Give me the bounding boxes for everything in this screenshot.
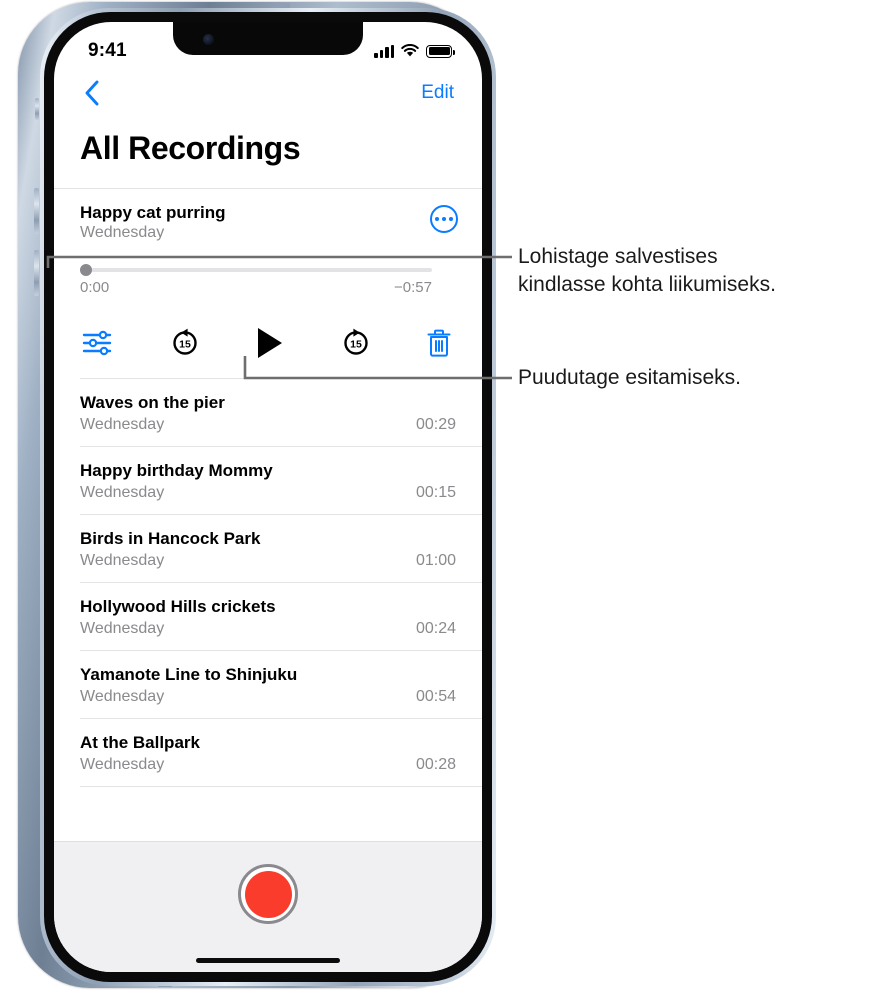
- recording-date: Wednesday: [80, 756, 165, 773]
- callout-label-scrubber: Lohistage salvestises kindlasse kohta li…: [518, 245, 776, 296]
- status-indicators: [374, 44, 455, 58]
- callout-label-play: Puudutage esitamiseks.: [518, 366, 741, 389]
- svg-text:15: 15: [350, 338, 362, 350]
- playback-controls: 15 15: [80, 326, 456, 360]
- list-divider: [80, 786, 482, 787]
- recording-date: Wednesday: [80, 484, 165, 501]
- recording-list-item[interactable]: Yamanote Line to Shinjuku Wednesday 00:54: [54, 651, 482, 718]
- recordings-list: Happy cat purring Wednesday 0:00 −0:57 1…: [54, 188, 482, 787]
- svg-text:15: 15: [179, 338, 191, 350]
- recording-duration: 00:24: [415, 620, 456, 637]
- recording-meta: Wednesday 00:54: [80, 688, 456, 706]
- scrubber-knob[interactable]: [80, 264, 92, 276]
- battery-full-icon: [426, 44, 455, 58]
- recording-meta: Wednesday 00:24: [80, 620, 456, 638]
- sliders-icon[interactable]: [82, 329, 114, 357]
- scrubber-track[interactable]: [83, 268, 432, 272]
- recording-title: Waves on the pier: [80, 393, 225, 412]
- volume-down-button[interactable]: [34, 250, 39, 296]
- recording-date: Wednesday: [80, 552, 165, 569]
- recording-list-item[interactable]: Waves on the pier Wednesday 00:29: [54, 379, 482, 446]
- play-icon[interactable]: [255, 326, 285, 360]
- trash-icon[interactable]: [426, 328, 452, 358]
- recording-date: Wednesday: [80, 224, 165, 241]
- recording-list-item[interactable]: Birds in Hancock Park Wednesday 01:00: [54, 515, 482, 582]
- bottom-toolbar: [54, 841, 482, 972]
- recording-list-item[interactable]: Hollywood Hills crickets Wednesday 00:24: [54, 583, 482, 650]
- recording-rows-container: Waves on the pier Wednesday 00:29 Happy bir…: [54, 379, 482, 787]
- recording-title: Happy birthday Mommy: [80, 461, 273, 480]
- recording-date: Wednesday: [80, 416, 165, 433]
- phone-screen: 9:41 Edit All Recordings Happy cat purri…: [54, 22, 482, 972]
- recording-date: Wednesday: [80, 688, 165, 705]
- recording-meta: Wednesday 00:15: [80, 484, 456, 502]
- status-time: 9:41: [88, 40, 127, 61]
- playback-scrubber[interactable]: [80, 264, 456, 276]
- recording-title: Happy cat purring: [80, 203, 226, 222]
- ellipsis-circle-icon[interactable]: [430, 205, 458, 233]
- recording-title: Birds in Hancock Park: [80, 529, 261, 548]
- page-title: All Recordings: [80, 130, 301, 166]
- current-time: 0:00: [80, 279, 110, 296]
- cellular-bars-icon: [374, 44, 394, 58]
- recording-duration: 01:00: [415, 552, 456, 569]
- recording-duration: 00:54: [415, 688, 456, 705]
- recording-title: Hollywood Hills crickets: [80, 597, 276, 616]
- skip-forward-15-icon[interactable]: 15: [340, 327, 372, 359]
- recording-duration: 00:28: [415, 756, 456, 773]
- recording-title: Yamanote Line to Shinjuku: [80, 665, 298, 684]
- recording-meta: Wednesday 00:29: [80, 416, 456, 434]
- expanded-recording-item[interactable]: Happy cat purring Wednesday 0:00 −0:57 1…: [54, 189, 482, 378]
- recording-meta: Wednesday 01:00: [80, 552, 456, 570]
- recording-list-item[interactable]: Happy birthday Mommy Wednesday 00:15: [54, 447, 482, 514]
- recording-meta: Wednesday 00:28: [80, 756, 456, 774]
- home-indicator: [196, 958, 340, 963]
- recording-duration: 00:15: [415, 484, 456, 501]
- record-button-icon[interactable]: [238, 864, 298, 924]
- recording-title: At the Ballpark: [80, 733, 200, 752]
- remaining-time: −0:57: [394, 279, 432, 296]
- playback-times: 0:00 −0:57: [80, 279, 456, 296]
- wifi-icon: [401, 44, 419, 57]
- screenshot-root: 9:41 Edit All Recordings Happy cat purri…: [0, 0, 888, 990]
- display-notch: [173, 22, 363, 55]
- front-camera-icon: [203, 34, 214, 45]
- phone-device-frame: 9:41 Edit All Recordings Happy cat purri…: [18, 2, 496, 988]
- mute-switch[interactable]: [35, 98, 39, 120]
- chevron-left-icon[interactable]: [74, 76, 108, 110]
- recording-duration: 00:29: [415, 416, 456, 433]
- recording-list-item[interactable]: At the Ballpark Wednesday 00:28: [54, 719, 482, 786]
- navigation-bar: Edit: [54, 68, 482, 118]
- skip-back-15-icon[interactable]: 15: [169, 327, 201, 359]
- recording-date: Wednesday: [80, 620, 165, 637]
- volume-up-button[interactable]: [34, 188, 39, 234]
- edit-button[interactable]: Edit: [421, 82, 454, 104]
